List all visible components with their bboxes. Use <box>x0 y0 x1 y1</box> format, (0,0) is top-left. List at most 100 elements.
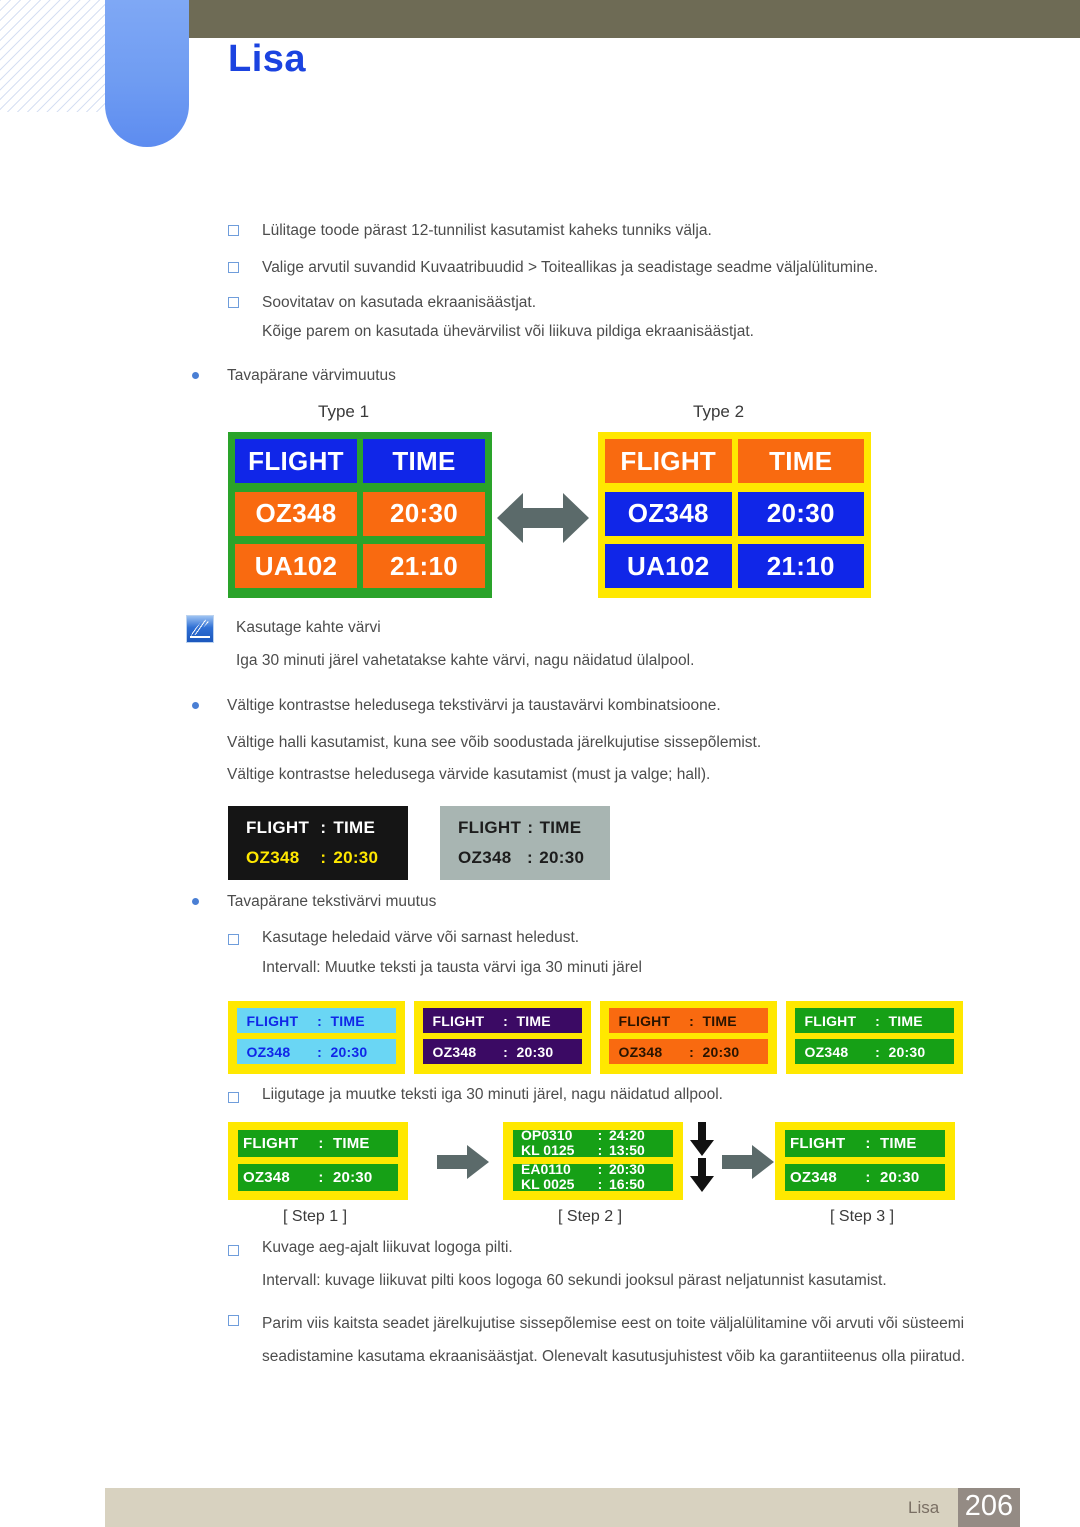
step2-a2-sep: : <box>597 1142 603 1157</box>
board1-header-flight: FLIGHT <box>235 439 357 483</box>
step2-b2-flight: KL 0025 <box>521 1176 575 1191</box>
mini4-separator: : <box>875 1012 880 1029</box>
header-blue-tab <box>105 0 189 147</box>
square-bullet-icon <box>228 1092 239 1103</box>
mini4-flight-value: OZ348 <box>804 1043 849 1060</box>
contrast-box-black: FLIGHT : TIME OZ348 : 20:30 <box>228 806 408 880</box>
step1-separator-2: : <box>318 1169 324 1186</box>
square-bullet-icon <box>228 262 239 273</box>
step1-label: [ Step 1 ] <box>283 1208 348 1225</box>
square-bullet-icon <box>228 1245 239 1256</box>
step3-separator-2: : <box>865 1169 871 1186</box>
step1-board: FLIGHT : TIME OZ348 : 20:30 <box>228 1122 408 1200</box>
mini2-separator: : <box>503 1012 508 1029</box>
cbox2-flight-label: FLIGHT <box>458 818 522 837</box>
step3-label: [ Step 3 ] <box>830 1208 895 1225</box>
cbox2-time-label: TIME <box>539 818 582 837</box>
sub-text-screensaver-detail: Kõige parem on kasutada ühevärvilist või… <box>262 323 754 340</box>
bullet-text-power-off: Lülitage toode pärast 12-tunnilist kasut… <box>262 222 712 239</box>
cbox2-separator: : <box>527 818 534 837</box>
type1-label: Type 1 <box>318 402 370 421</box>
board1-row1-flight: OZ348 <box>235 491 357 536</box>
bullet-text-display-properties: Valige arvutil suvandid Kuvaatribuudid >… <box>262 259 878 276</box>
cbox1-separator: : <box>320 818 327 837</box>
step1-flight-value: OZ348 <box>243 1169 290 1186</box>
mini3-separator-2: : <box>689 1043 694 1060</box>
mini1-flight-value: OZ348 <box>246 1043 291 1060</box>
board1-header-time: TIME <box>363 439 485 483</box>
square-bullet-icon <box>228 297 239 308</box>
mini-board-orange: FLIGHT : TIME OZ348 : 20:30 <box>600 1001 777 1074</box>
cbox1-flight-value: OZ348 <box>246 848 300 867</box>
board2-header-flight: FLIGHT <box>605 439 732 483</box>
mini-board-purple: FLIGHT : TIME OZ348 : 20:30 <box>414 1001 591 1074</box>
bullet-avoid-contrast: Vältige kontrastse heledusega tekstivärv… <box>227 697 721 714</box>
cbox2-separator-2: : <box>527 848 533 867</box>
note-title: Kasutage kahte värvi <box>236 619 381 636</box>
step3-flight-label: FLIGHT <box>790 1135 846 1152</box>
step2-b2-time: 16:50 <box>609 1176 645 1191</box>
board2-row1-flight: OZ348 <box>605 491 732 536</box>
step2-a2-flight: KL 0125 <box>521 1142 575 1157</box>
bullet-text-screensaver: Soovitatav on kasutada ekraanisäästjat. <box>262 294 537 311</box>
dot-bullet-icon <box>192 372 199 379</box>
mini4-flight-label: FLIGHT <box>804 1012 857 1029</box>
board2-row2-flight: UA102 <box>605 544 732 589</box>
text-logo-interval: Intervall: kuvage liikuvat pilti koos lo… <box>262 1272 887 1289</box>
header-hatch-pattern <box>0 0 118 112</box>
step3-board: FLIGHT : TIME OZ348 : 20:30 <box>775 1122 955 1200</box>
square-bullet-icon <box>228 225 239 236</box>
type2-label: Type 2 <box>693 402 745 421</box>
mini-board-green: FLIGHT : TIME OZ348 : 20:30 <box>786 1001 963 1074</box>
mini1-time-label: TIME <box>330 1012 365 1029</box>
step1-flight-label: FLIGHT <box>243 1135 299 1152</box>
board1-row1-time: 20:30 <box>363 491 485 536</box>
page-title: Lisa <box>228 38 307 80</box>
mini4-time-value: 20:30 <box>888 1043 926 1060</box>
step2-b2-sep: : <box>597 1176 603 1191</box>
step2-a2-time: 13:50 <box>609 1142 645 1157</box>
heading-color-change: Tavapärane värvimuutus <box>227 367 396 384</box>
square-bullet-icon <box>228 934 239 945</box>
step2-strip-a: OP0310 : 24:20 KL 0125 : 13:50 <box>513 1130 673 1157</box>
cbox1-time-value: 20:30 <box>333 848 379 867</box>
mini4-time-label: TIME <box>888 1012 923 1029</box>
step3-separator: : <box>865 1135 871 1152</box>
step2-strip-b: EA0110 : 20:30 KL 0025 : 16:50 <box>513 1164 673 1191</box>
square-bullet-icon <box>228 1315 239 1326</box>
mini3-separator: : <box>689 1012 694 1029</box>
note-text: Iga 30 minuti järel vahetatakse kahte vä… <box>236 652 695 669</box>
flight-board-type2: FLIGHT TIME OZ348 20:30 UA102 21:10 <box>598 432 871 598</box>
heading-text-color-change: Tavapärane tekstivärvi muutus <box>227 893 437 910</box>
mini2-time-label: TIME <box>516 1012 551 1029</box>
mini1-time-value: 20:30 <box>330 1043 368 1060</box>
text-best-protection: Parim viis kaitsta seadet järelkujutise … <box>262 1315 966 1365</box>
bullet-moving-logo: Kuvage aeg-ajalt liikuvat logoga pilti. <box>262 1239 513 1256</box>
flight-board-type1: FLIGHT TIME OZ348 20:30 UA102 21:10 <box>228 432 492 598</box>
step3-time-value: 20:30 <box>880 1169 920 1186</box>
cbox2-time-value: 20:30 <box>539 848 585 867</box>
mini1-separator: : <box>317 1012 322 1029</box>
cbox2-flight-value: OZ348 <box>458 848 512 867</box>
step1-separator: : <box>318 1135 324 1152</box>
mini1-flight-label: FLIGHT <box>246 1012 299 1029</box>
mini1-separator-2: : <box>317 1043 322 1060</box>
mini2-time-value: 20:30 <box>516 1043 554 1060</box>
cbox1-time-label: TIME <box>333 818 376 837</box>
bullet-move-text: Liigutage ja muutke teksti iga 30 minuti… <box>262 1086 723 1103</box>
mini3-time-label: TIME <box>702 1012 737 1029</box>
mini4-separator-2: : <box>875 1043 880 1060</box>
down-arrow-icon-2 <box>690 1158 714 1198</box>
right-arrow-icon-2 <box>722 1145 774 1186</box>
header-olive-bar <box>190 0 1080 38</box>
footer-page-number: 206 <box>964 1490 1014 1522</box>
step2-label: [ Step 2 ] <box>558 1208 623 1225</box>
note-quill-icon <box>186 615 214 643</box>
step3-flight-value: OZ348 <box>790 1169 837 1186</box>
mini3-flight-value: OZ348 <box>618 1043 663 1060</box>
right-arrow-icon-1 <box>437 1145 489 1186</box>
step2-board: OP0310 : 24:20 KL 0125 : 13:50 EA0110 : … <box>503 1122 683 1200</box>
mini2-separator-2: : <box>503 1043 508 1060</box>
mini3-flight-label: FLIGHT <box>618 1012 671 1029</box>
down-arrow-icon-1 <box>690 1122 714 1162</box>
